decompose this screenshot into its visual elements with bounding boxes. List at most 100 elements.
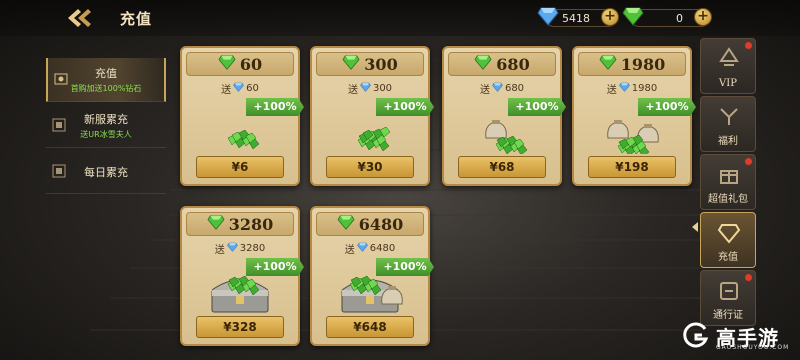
back-arrow-icon: [68, 9, 91, 27]
daily-recharge-menu-icon: [52, 164, 66, 178]
blue-gem-icon: [492, 82, 503, 95]
gems-small-icon: [202, 110, 278, 154]
recharge-card[interactable]: 6480 送 6480 +100% ¥648: [310, 206, 434, 346]
bonus-prefix: 送: [344, 245, 355, 256]
card-bonus: 送 1980: [574, 81, 690, 96]
tab-label: 福利: [718, 136, 738, 147]
tab-vip[interactable]: VIP: [700, 38, 756, 94]
menu-item-recharge[interactable]: 充值 首购加送100%钻石: [46, 58, 166, 102]
pass-icon: [717, 279, 741, 307]
green-gem-icon: [342, 54, 360, 74]
bonus-prefix: 送: [214, 245, 225, 256]
bonus-prefix: 送: [606, 85, 617, 96]
green-gem-icon: [337, 214, 355, 234]
price-button[interactable]: ¥198: [588, 156, 676, 178]
blue-gem-icon: [618, 82, 630, 95]
price-button[interactable]: ¥328: [196, 316, 284, 338]
blue-gem-icon: [360, 82, 371, 95]
gem-bags-icon: [594, 110, 670, 158]
bonus-percent-tag: +100%: [376, 98, 434, 116]
card-bonus: 送 680: [444, 81, 560, 96]
bonus-amount: 6480: [369, 243, 396, 254]
recharge-card[interactable]: 3280 送 3280 +100% ¥328: [180, 206, 304, 346]
green-gem-icon: [207, 214, 225, 234]
bonus-prefix: 送: [221, 85, 232, 96]
price-button[interactable]: ¥30: [326, 156, 414, 178]
menu-item-subtitle: 送UR冰雪夫人: [80, 130, 132, 139]
bonus-amount: 300: [372, 83, 393, 94]
add-green-gem-button[interactable]: +: [694, 8, 712, 26]
gift-pack-icon: [717, 163, 741, 191]
green-gem-icon: [622, 7, 644, 26]
bonus-percent-tag: +100%: [638, 98, 696, 116]
green-gem-icon: [474, 54, 492, 74]
welfare-icon: [717, 105, 741, 133]
recharge-card[interactable]: 1980 送 1980 +100% ¥198: [572, 46, 696, 186]
menu-item-new-server-recharge[interactable]: 新服累充 送UR冰雪夫人: [46, 104, 166, 148]
top-bar: 充值 5418 + 0 +: [0, 0, 800, 36]
card-header: 1980: [578, 52, 686, 76]
card-bonus: 送 3280: [182, 241, 298, 256]
gem-bag-icon: [464, 110, 540, 156]
recharge-menu-icon: [54, 73, 68, 85]
blue-gem-icon: [233, 82, 244, 95]
menu-item-title: 充值: [95, 67, 117, 80]
card-header: 680: [448, 52, 556, 76]
card-bonus: 送 300: [312, 81, 428, 96]
gem-chest-icon: [202, 270, 278, 314]
menu-item-subtitle: 首购加送100%钻石: [70, 84, 142, 93]
tab-gift-pack[interactable]: 超值礼包: [700, 154, 756, 210]
bonus-amount: 1980: [631, 83, 658, 94]
bonus-percent-tag: +100%: [376, 258, 434, 276]
blue-gem-icon: [537, 7, 559, 26]
active-tab-pointer-icon: [692, 222, 698, 232]
notification-dot: [745, 42, 752, 49]
card-amount: 3280: [228, 214, 274, 234]
add-blue-gem-button[interactable]: +: [601, 8, 619, 26]
card-header: 300: [316, 52, 424, 76]
tab-welfare[interactable]: 福利: [700, 96, 756, 152]
gems-pile-icon: [332, 110, 408, 154]
card-bonus: 送 60: [182, 81, 298, 96]
menu-item-daily-recharge[interactable]: 每日累充: [46, 150, 166, 194]
new-server-menu-icon: [52, 118, 66, 132]
blue-gem-icon: [356, 242, 368, 255]
bonus-percent-tag: +100%: [508, 98, 566, 116]
bonus-prefix: 送: [479, 85, 490, 96]
vip-icon: [717, 47, 741, 75]
watermark-subtext: GAOSHOUYOU.COM: [716, 344, 790, 351]
menu-item-title: 每日累充: [84, 165, 128, 179]
bonus-percent-tag: +100%: [246, 258, 304, 276]
bonus-percent-tag: +100%: [246, 98, 304, 116]
menu-item-title: 新服累充: [84, 113, 128, 126]
blue-gem-counter: 5418 +: [537, 7, 619, 28]
card-header: 3280: [186, 212, 294, 236]
tab-label: VIP: [719, 78, 737, 89]
recharge-card[interactable]: 300 送 300 +100% ¥30: [310, 46, 434, 186]
watermark: 高手游 GAOSHOUYOU.COM: [680, 314, 798, 358]
card-header: 6480: [316, 212, 424, 236]
green-gem-icon: [218, 54, 236, 74]
notification-dot: [745, 158, 752, 165]
bonus-amount: 3280: [239, 243, 266, 254]
price-button[interactable]: ¥648: [326, 316, 414, 338]
price-button[interactable]: ¥68: [458, 156, 546, 178]
price-button[interactable]: ¥6: [196, 156, 284, 178]
card-amount: 1980: [620, 54, 666, 74]
recharge-cards-grid: 60 送 60 +100% ¥6 300 送 300 +100% ¥30 680…: [180, 46, 696, 346]
green-gem-counter: 0 +: [622, 7, 712, 28]
bonus-prefix: 送: [347, 85, 358, 96]
recharge-card[interactable]: 680 送 680 +100% ¥68: [442, 46, 566, 186]
bonus-amount: 60: [246, 83, 259, 94]
recharge-card[interactable]: 60 送 60 +100% ¥6: [180, 46, 304, 186]
green-gem-icon: [599, 54, 617, 74]
card-header: 60: [186, 52, 294, 76]
tab-label: 超值礼包: [708, 194, 748, 205]
blue-gem-icon: [226, 242, 238, 255]
back-button[interactable]: [64, 6, 94, 30]
right-tab-bar: VIP 福利 超值礼包 充值 通行证: [700, 38, 756, 328]
card-amount: 60: [239, 54, 263, 74]
gem-chest-bags-icon: [332, 270, 408, 314]
notification-dot: [745, 274, 752, 281]
tab-recharge[interactable]: 充值: [700, 212, 756, 268]
